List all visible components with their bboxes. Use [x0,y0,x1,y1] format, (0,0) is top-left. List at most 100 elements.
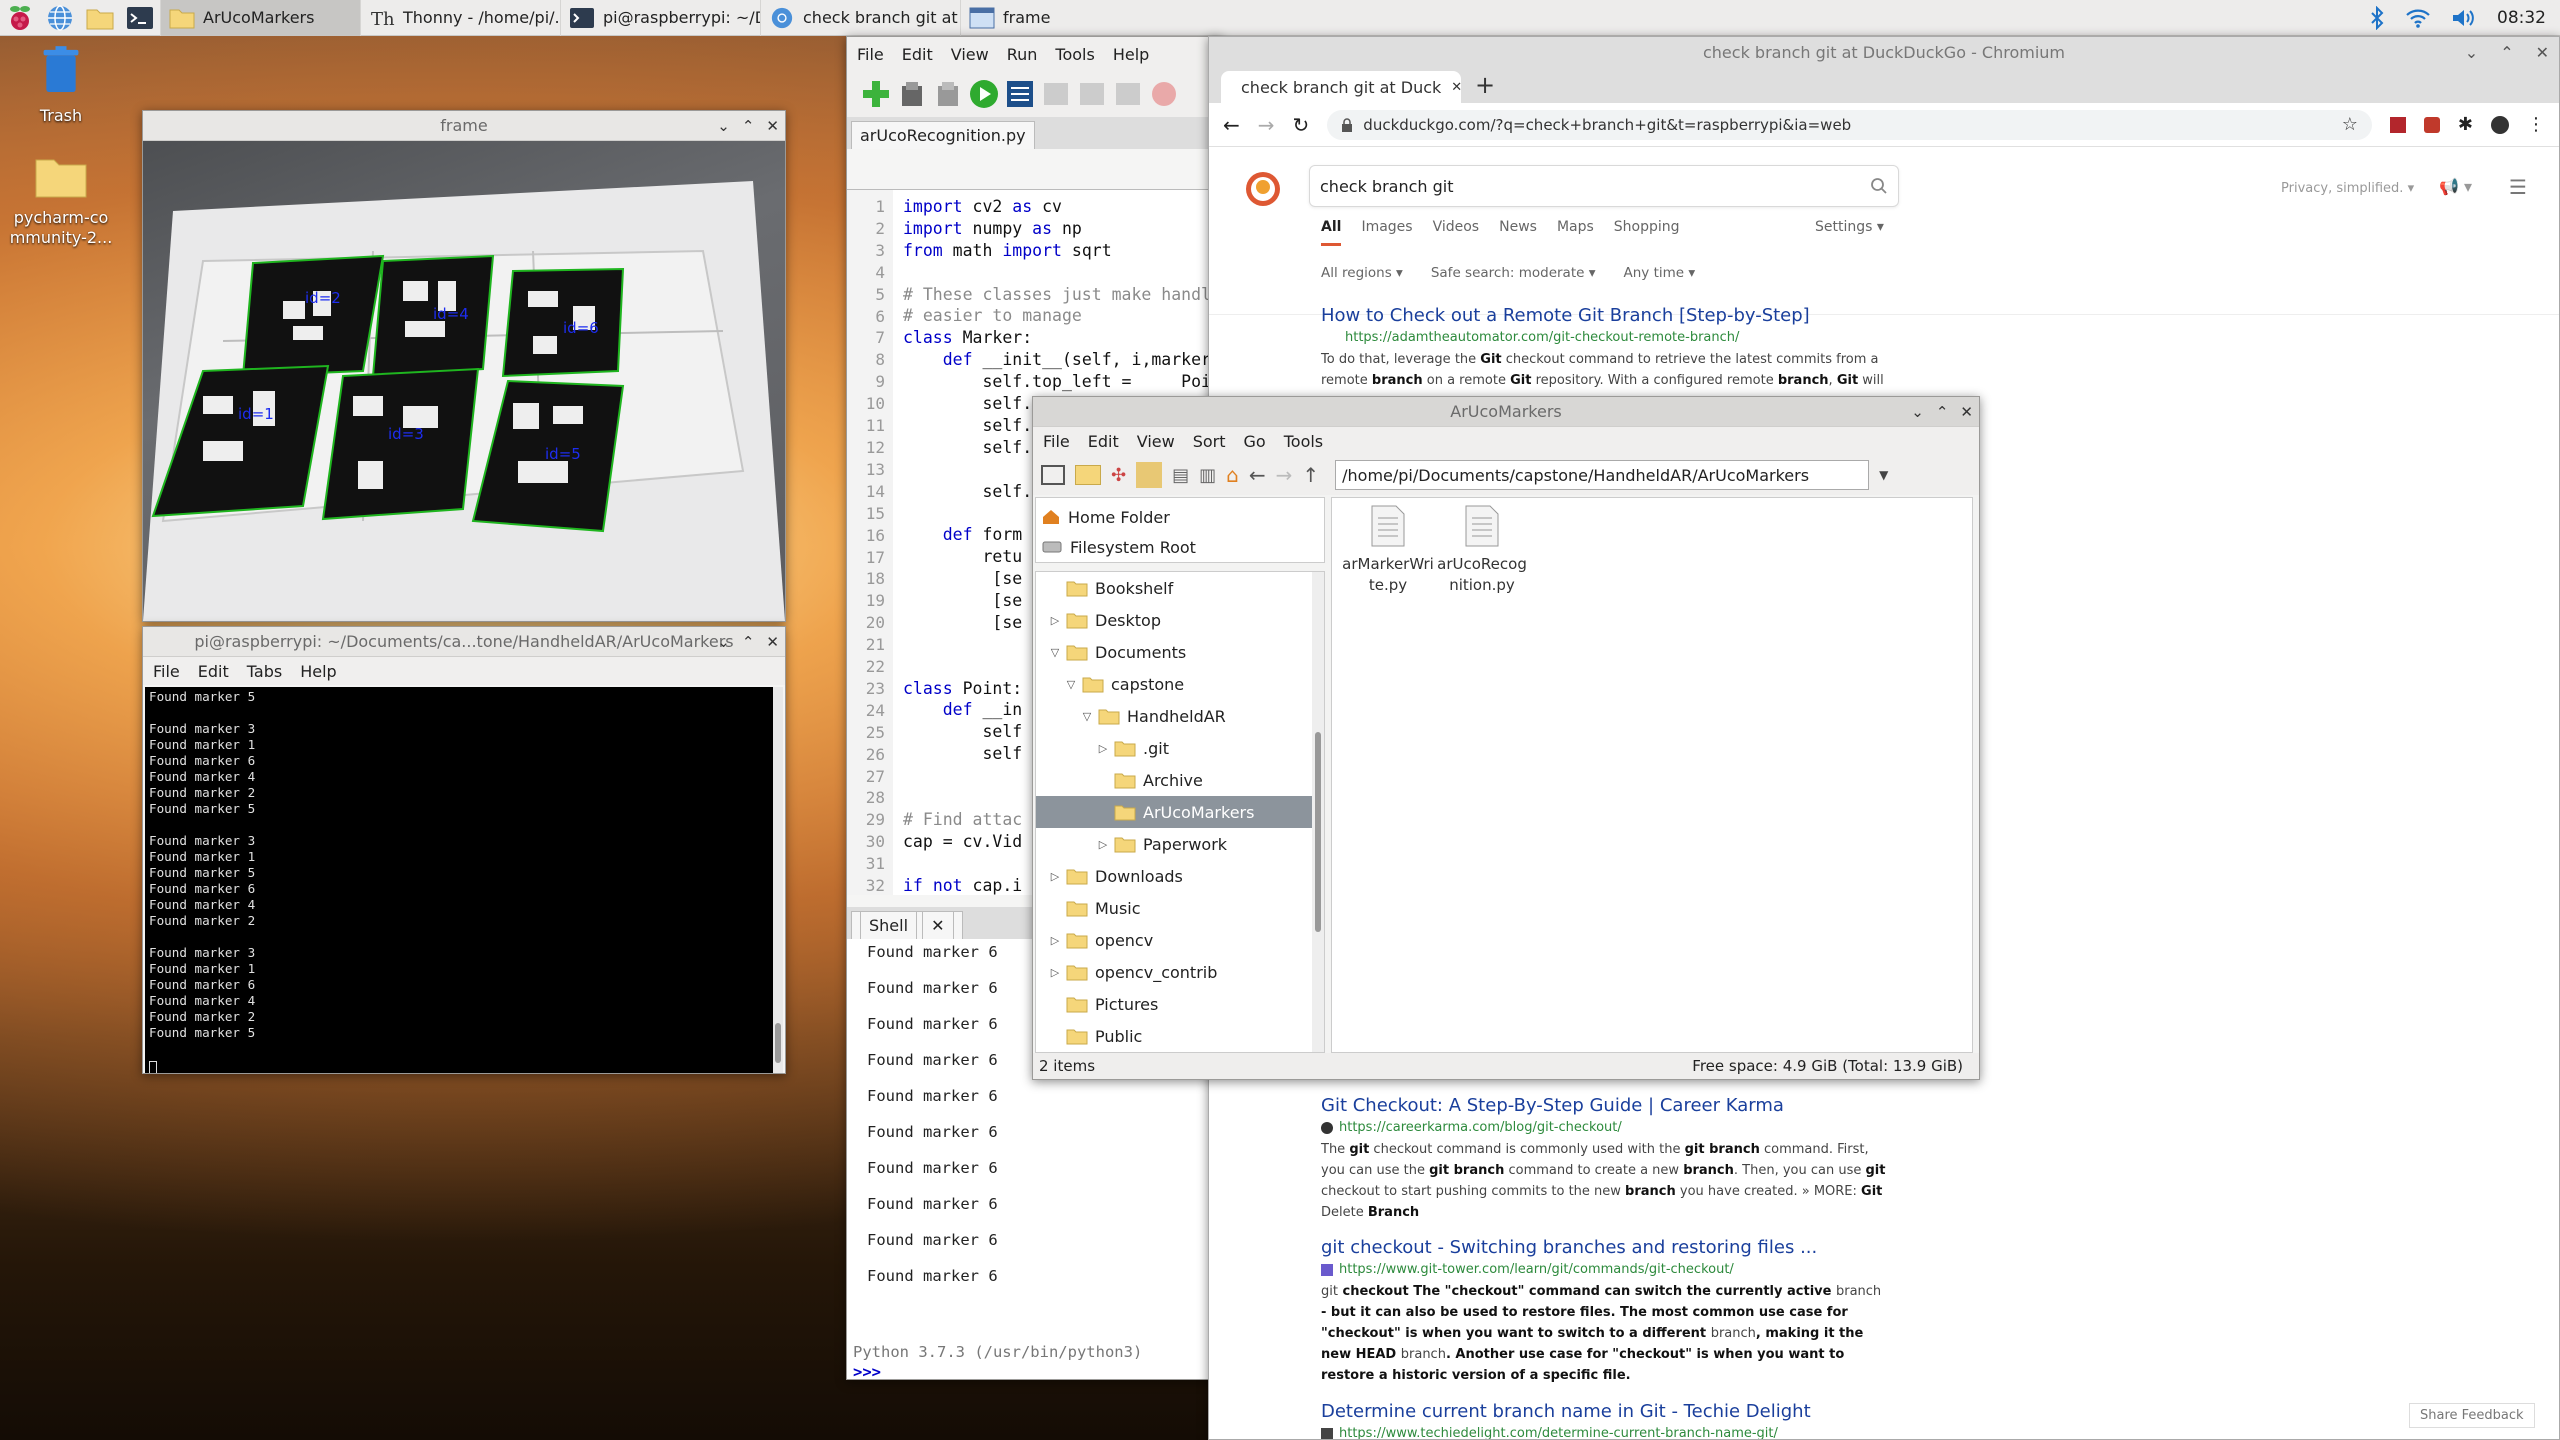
task-frame[interactable]: frame [960,0,1160,36]
result-title[interactable]: git checkout - Switching branches and re… [1321,1237,1891,1258]
filter-time[interactable]: Any time ▾ [1624,265,1696,281]
debug-button[interactable] [1005,79,1035,109]
menu-sort[interactable]: Sort [1193,432,1226,451]
tab-videos[interactable]: Videos [1433,219,1480,246]
path-input[interactable]: /home/pi/Documents/capstone/HandheldAR/A… [1335,460,1870,490]
task-thonny[interactable]: Th Thonny - /home/pi/... [360,0,560,36]
expanded-arrow-icon[interactable]: ▽ [1048,646,1062,659]
file-item[interactable]: arUcoRecog nition.py [1434,504,1530,596]
collapsed-arrow-icon[interactable]: ▷ [1096,742,1110,755]
tree-node[interactable]: ▷ .git [1036,732,1324,764]
expanded-arrow-icon[interactable]: ▽ [1064,678,1078,691]
search-icon[interactable] [1870,177,1888,195]
volume-icon[interactable] [2451,7,2477,29]
result-url[interactable]: https://careerkarma.com/blog/git-checkou… [1321,1120,1891,1135]
thumbnail-view-icon[interactable] [1136,462,1163,488]
minimize-icon[interactable]: ⌄ [2465,43,2478,62]
megaphone-icon[interactable]: 📢 ▾ [2439,177,2472,196]
menu-go[interactable]: Go [1244,432,1266,451]
menu-file[interactable]: File [1043,432,1070,451]
tree-node[interactable]: Archive [1036,764,1324,796]
menu-file[interactable]: File [153,662,180,681]
settings-dropdown[interactable]: Settings ▾ [1815,219,1884,235]
maximize-icon[interactable]: ⌃ [742,633,755,651]
menu-tabs[interactable]: Tabs [247,662,282,681]
result-title[interactable]: How to Check out a Remote Git Branch [St… [1321,305,1891,326]
home-icon[interactable]: ⌂ [1226,463,1239,487]
place-filesystem-root[interactable]: Filesystem Root [1036,532,1324,562]
task-chromium[interactable]: check branch git at D... [760,0,960,36]
menu-tools[interactable]: Tools [1055,45,1094,64]
menu-help[interactable]: Help [300,662,336,681]
window-titlebar[interactable]: check branch git at DuckDuckGo - Chromiu… [1209,37,2559,67]
close-icon[interactable]: ✕ [766,633,779,651]
menu-run[interactable]: Run [1007,45,1038,64]
compact-view-icon[interactable]: ▤ [1172,465,1189,486]
minimize-icon[interactable]: ⌄ [717,633,730,651]
forward-icon[interactable]: → [1276,463,1293,487]
back-icon[interactable]: ← [1249,463,1266,487]
maximize-icon[interactable]: ⌃ [2500,43,2513,62]
bluetooth-icon[interactable] [2369,6,2385,30]
tab-maps[interactable]: Maps [1557,219,1594,246]
close-icon[interactable]: ✕ [1451,80,1461,95]
task-file-manager[interactable]: ArUcoMarkers [160,0,360,36]
reload-icon[interactable]: ↻ [1293,113,1310,137]
tree-node[interactable]: ▷ Downloads [1036,860,1324,892]
stop-button[interactable] [1149,79,1179,109]
open-file-button[interactable] [897,79,927,109]
browser-tab[interactable]: check branch git at Duck ✕ [1221,71,1461,103]
step-over-button[interactable] [1041,79,1071,109]
collapsed-arrow-icon[interactable]: ▷ [1048,966,1062,979]
extensions-puzzle-icon[interactable]: ✱ [2458,114,2473,135]
new-file-button[interactable] [861,79,891,109]
window-titlebar[interactable]: ArUcoMarkers ⌄ ⌃ ✕ [1033,397,1979,427]
run-button[interactable] [969,79,999,109]
result-title[interactable]: Determine current branch name in Git - T… [1321,1401,1891,1422]
result-url[interactable]: https://adamtheautomator.com/git-checkou… [1321,330,1891,345]
raspberry-menu-icon[interactable] [0,0,40,36]
collapsed-arrow-icon[interactable]: ▷ [1048,934,1062,947]
wifi-icon[interactable] [2405,7,2431,29]
bookmark-star-icon[interactable]: ☆ [2342,114,2358,135]
tree-node[interactable]: ▽ Documents [1036,636,1324,668]
place-home-folder[interactable]: Home Folder [1036,502,1324,532]
tree-node[interactable]: Music [1036,892,1324,924]
frame-window[interactable]: frame ⌄ ⌃ ✕ id=2 id=4 id=6 id=1 id=3 id=… [142,110,786,622]
shell-prompt[interactable]: >>> [853,1363,881,1379]
back-icon[interactable]: ← [1223,113,1240,137]
tree-node[interactable]: ▽ HandheldAR [1036,700,1324,732]
menu-edit[interactable]: Edit [198,662,229,681]
tab-all[interactable]: All [1321,219,1342,246]
tab-shopping[interactable]: Shopping [1614,219,1680,246]
result-title[interactable]: Git Checkout: A Step-By-Step Guide | Car… [1321,1095,1891,1116]
close-icon[interactable]: ✕ [922,911,954,939]
profile-avatar-icon[interactable] [2491,115,2509,134]
maximize-icon[interactable]: ⌃ [1936,403,1949,421]
up-icon[interactable]: ↑ [1302,463,1319,487]
extension-icon[interactable] [2423,116,2440,133]
new-tab-icon[interactable]: + [1475,71,1495,99]
collapsed-arrow-icon[interactable]: ▷ [1096,838,1110,851]
close-icon[interactable]: ✕ [1960,403,1973,421]
new-folder-icon[interactable] [1075,465,1101,485]
collapsed-arrow-icon[interactable]: ▷ [1048,870,1062,883]
tree-node[interactable]: Public [1036,1020,1324,1052]
minimize-icon[interactable]: ⌄ [1911,403,1924,421]
privacy-simplified[interactable]: Privacy, simplified. ▾ [2281,181,2414,196]
window-titlebar[interactable]: frame ⌄ ⌃ ✕ [143,111,785,141]
tree-node[interactable]: Bookshelf [1036,572,1324,604]
tree-node[interactable]: ▷ opencv_contrib [1036,956,1324,988]
result-url[interactable]: https://www.techiedelight.com/determine-… [1321,1426,1891,1439]
terminal-launcher-icon[interactable] [120,0,160,36]
tree-scrollbar[interactable] [1312,572,1324,1052]
search-input[interactable]: check branch git [1309,165,1899,207]
maximize-icon[interactable]: ⌃ [742,117,755,135]
step-into-button[interactable] [1077,79,1107,109]
directory-tree[interactable]: Bookshelf ▷ Desktop ▽ Documents ▽ capstone ▽ Han… [1035,571,1325,1053]
terminal-scrollbar[interactable] [773,687,783,1073]
desktop-pycharm-folder[interactable]: pycharm-community-2... [6,156,116,248]
menu-view[interactable]: View [1137,432,1175,451]
desktop-trash[interactable]: Trash [6,44,116,125]
expanded-arrow-icon[interactable]: ▽ [1080,710,1094,723]
